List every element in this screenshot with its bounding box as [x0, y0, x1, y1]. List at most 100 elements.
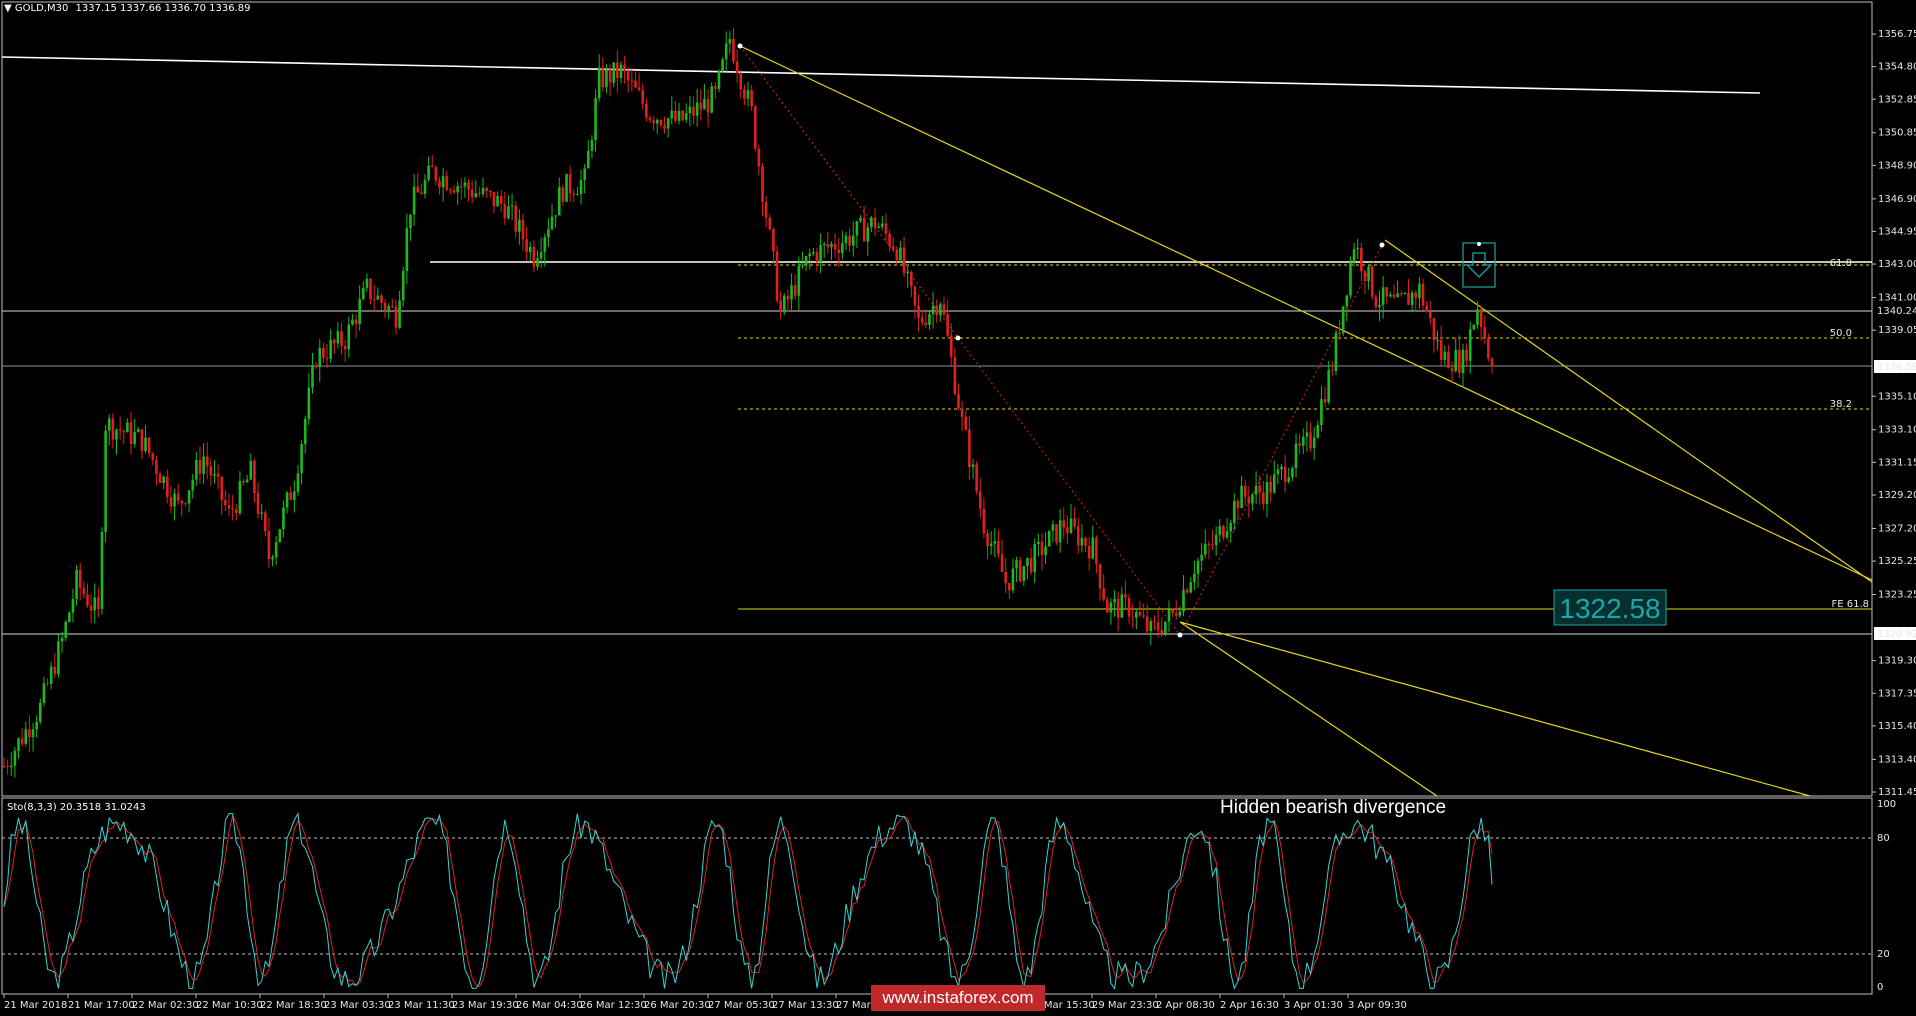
candle-body [136, 429, 140, 433]
candle-body [826, 243, 830, 248]
candle-body [434, 167, 438, 181]
candle-body [173, 493, 176, 507]
candle-body [772, 228, 775, 252]
candle-body [946, 314, 949, 336]
candle-body [1360, 247, 1363, 272]
candle-body [147, 437, 151, 454]
candle-body [906, 271, 909, 274]
candle-body [1069, 518, 1073, 533]
candle-body [1443, 351, 1447, 360]
fib-382-label: 38.2 [1830, 399, 1852, 410]
candle-body [870, 217, 873, 228]
candle-body [714, 86, 717, 90]
candle-body [423, 179, 427, 194]
candle-body [1185, 589, 1189, 593]
candle-body [655, 119, 659, 124]
candle-body [1276, 469, 1280, 475]
price-tick-label: 1343.00 [1878, 259, 1916, 270]
candle-body [463, 182, 467, 187]
candle-body [993, 541, 997, 544]
candle-body [830, 243, 833, 248]
candle-body [888, 233, 891, 247]
candle-body [1425, 305, 1428, 312]
candle-body [1258, 485, 1262, 493]
candle-body [195, 459, 198, 480]
candle-body [1164, 621, 1167, 634]
candle-body [674, 110, 677, 121]
candle-body [176, 493, 180, 501]
candle-body [162, 476, 165, 483]
candle-body [253, 460, 256, 493]
candle-body [844, 235, 848, 244]
watermark-link[interactable]: www.instaforex.com [871, 985, 1045, 1011]
candle-body [416, 186, 420, 193]
swing-zigzag [739, 45, 1383, 636]
candle-body [1091, 537, 1095, 559]
candle-body [605, 69, 608, 88]
candle-body [474, 193, 478, 197]
price-tick-label: 1331.15 [1878, 457, 1916, 468]
candle-body [1487, 338, 1490, 359]
candle-body [572, 193, 576, 195]
candle-body [1269, 481, 1272, 493]
candle-body [735, 61, 739, 74]
candle-body [369, 278, 372, 300]
time-tick-label: 29 Mar 23:30 [1092, 1000, 1159, 1011]
candle-body [953, 356, 957, 394]
candle-body [151, 453, 155, 461]
price-tick-label: 1350.85 [1878, 128, 1916, 139]
candle-body [213, 473, 216, 476]
price-tick-label: 1327.20 [1878, 523, 1916, 534]
candle-body [205, 456, 209, 466]
candle-body [1291, 468, 1294, 478]
candle-body [17, 738, 20, 751]
candle-body [49, 666, 53, 684]
candle-body [841, 243, 844, 254]
candle-body [1363, 271, 1367, 282]
candle-body [1214, 534, 1218, 546]
candle-body [703, 98, 706, 110]
candle-body [485, 187, 488, 192]
candle-body [619, 64, 623, 79]
swing-point-mid [955, 335, 961, 341]
candle-body [971, 464, 975, 468]
chart-header: ▼ GOLD,M30 1337.15 1337.66 1336.70 1336.… [4, 3, 250, 14]
candle-body [438, 180, 441, 188]
candle-body [1254, 485, 1258, 495]
candle-body [115, 429, 118, 440]
time-tick-label: 22 Mar 10:30 [196, 1000, 263, 1011]
candle-body [884, 223, 888, 234]
candle-body [398, 300, 401, 328]
candle-body [1374, 296, 1378, 307]
candle-body [325, 357, 329, 359]
candle-body [2, 766, 6, 768]
candle-body [939, 304, 942, 315]
candle-body [1316, 425, 1320, 438]
candle-body [949, 335, 953, 357]
candle-body [1044, 546, 1047, 556]
candle-body [481, 187, 485, 194]
dropdown-triangle-icon[interactable]: ▼ [4, 3, 12, 14]
candle-body [401, 270, 405, 301]
candle-body [612, 62, 616, 83]
candle-body [543, 237, 547, 253]
candle-body [264, 512, 267, 532]
candle-body [1429, 311, 1432, 319]
candle-body [166, 476, 169, 498]
price-tick-label: 1311.45 [1878, 787, 1916, 798]
candle-body [1312, 437, 1316, 449]
candle-body [1305, 432, 1309, 437]
candle-body [6, 766, 9, 768]
time-tick-label: 23 Mar 03:30 [324, 1000, 391, 1011]
candle-body [53, 666, 57, 675]
candle-body [1294, 443, 1298, 469]
candle-body [35, 721, 38, 730]
candle-body [107, 418, 111, 431]
candle-body [957, 393, 960, 409]
marker-1320: 1320.92 [1877, 629, 1916, 640]
candle-body [1476, 309, 1479, 325]
candle-body [158, 473, 162, 483]
candle-body [764, 202, 768, 218]
candle-body [1410, 292, 1414, 305]
candle-body [920, 317, 924, 323]
